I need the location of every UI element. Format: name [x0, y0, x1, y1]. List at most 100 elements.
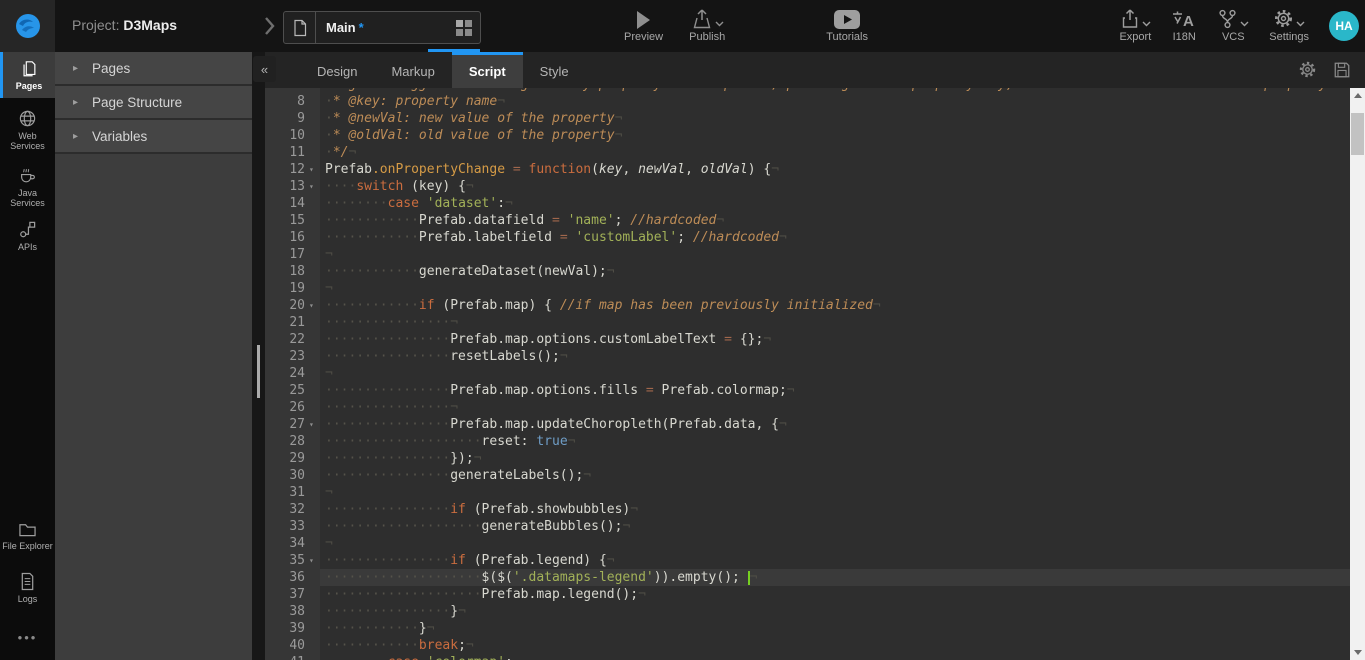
code-text[interactable]: ················¬ — [320, 314, 1350, 331]
editor-scrollbar-thumb[interactable] — [1351, 113, 1364, 155]
code-line[interactable]: 17¬ — [265, 246, 1350, 263]
panel-scrollbar-thumb[interactable] — [257, 345, 260, 398]
tutorials-button[interactable]: Tutorials — [826, 8, 868, 43]
code-text[interactable]: ·* @oldVal: old value of the property¬ — [320, 127, 1350, 144]
panel-collapse-button[interactable]: « — [253, 56, 276, 82]
code-text[interactable]: Prefab.onPropertyChange = function(key, … — [320, 161, 1350, 178]
code-line[interactable]: 9·* @newVal: new value of the property¬ — [265, 110, 1350, 127]
code-line[interactable]: 31¬ — [265, 484, 1350, 501]
script-code-editor[interactable]: 7·* gets triggered on change of any prop… — [265, 88, 1350, 660]
pages-grid-icon[interactable] — [456, 20, 472, 36]
sidebar-more-button[interactable]: ••• — [0, 630, 55, 645]
code-line[interactable]: 39············}¬ — [265, 620, 1350, 637]
scroll-up-arrow[interactable] — [1350, 88, 1365, 103]
tab-style[interactable]: Style — [523, 52, 586, 88]
code-text[interactable]: ····················generateBubbles();¬ — [320, 518, 1350, 535]
save-icon[interactable] — [1333, 61, 1351, 79]
code-line[interactable]: 8·* @key: property name¬ — [265, 93, 1350, 110]
code-line[interactable]: 13▾····switch (key) {¬ — [265, 178, 1350, 195]
code-line[interactable]: 38················}¬ — [265, 603, 1350, 620]
fold-arrow-icon[interactable]: ▾ — [309, 297, 320, 314]
code-text[interactable]: ·* @key: property name¬ — [320, 93, 1350, 110]
code-line[interactable]: 20▾············if (Prefab.map) { //if ma… — [265, 297, 1350, 314]
code-text[interactable]: ················if (Prefab.legend) {¬ — [320, 552, 1350, 569]
sidebar-item-logs[interactable]: Logs — [0, 566, 55, 610]
code-line[interactable]: 28····················reset: true¬ — [265, 433, 1350, 450]
code-text[interactable]: ············Prefab.datafield = 'name'; /… — [320, 212, 1350, 229]
code-line[interactable]: 30················generateLabels();¬ — [265, 467, 1350, 484]
code-text[interactable]: ¬ — [320, 365, 1350, 382]
user-avatar[interactable]: HA — [1329, 11, 1359, 41]
code-text[interactable]: ¬ — [320, 246, 1350, 263]
tab-design[interactable]: Design — [300, 52, 374, 88]
code-text[interactable]: ········case 'colormap':¬ — [320, 654, 1350, 660]
code-text[interactable]: ············Prefab.labelfield = 'customL… — [320, 229, 1350, 246]
code-line[interactable]: 29················});¬ — [265, 450, 1350, 467]
publish-button[interactable]: Publish — [689, 8, 725, 43]
vcs-button[interactable]: VCS — [1217, 8, 1249, 43]
fold-arrow-icon[interactable]: ▾ — [309, 178, 320, 195]
code-line[interactable]: 35▾················if (Prefab.legend) {¬ — [265, 552, 1350, 569]
code-text[interactable]: ····················$($('.datamaps-legen… — [320, 569, 1350, 586]
code-line[interactable]: 24¬ — [265, 365, 1350, 382]
code-line[interactable]: 12▾Prefab.onPropertyChange = function(ke… — [265, 161, 1350, 178]
code-text[interactable]: ·*/¬ — [320, 144, 1350, 161]
code-text[interactable]: ················}¬ — [320, 603, 1350, 620]
code-line[interactable]: 27▾················Prefab.map.updateChor… — [265, 416, 1350, 433]
code-text[interactable]: ················Prefab.map.updateChoropl… — [320, 416, 1350, 433]
editor-scrollbar[interactable] — [1350, 88, 1365, 660]
code-text[interactable]: ····················Prefab.map.legend();… — [320, 586, 1350, 603]
code-line[interactable]: 40············break;¬ — [265, 637, 1350, 654]
code-text[interactable]: ············break;¬ — [320, 637, 1350, 654]
code-line[interactable]: 19¬ — [265, 280, 1350, 297]
sidebar-item-web-services[interactable]: Web Services — [0, 106, 55, 154]
scroll-down-arrow[interactable] — [1350, 645, 1365, 660]
code-line[interactable]: 22················Prefab.map.options.cus… — [265, 331, 1350, 348]
code-text[interactable]: ················Prefab.map.options.fills… — [320, 382, 1350, 399]
fold-arrow-icon[interactable]: ▾ — [309, 161, 320, 178]
sidebar-item-pages[interactable]: Pages — [0, 52, 55, 98]
sidebar-item-apis[interactable]: APIs — [0, 216, 55, 256]
code-line[interactable]: 37····················Prefab.map.legend(… — [265, 586, 1350, 603]
code-line[interactable]: 32················if (Prefab.showbubbles… — [265, 501, 1350, 518]
i18n-button[interactable]: A I18N — [1171, 8, 1197, 43]
code-text[interactable]: ············}¬ — [320, 620, 1350, 637]
code-text[interactable]: ····················reset: true¬ — [320, 433, 1350, 450]
code-line[interactable]: 23················resetLabels();¬ — [265, 348, 1350, 365]
preview-button[interactable]: Preview — [624, 8, 663, 43]
code-text[interactable]: ¬ — [320, 535, 1350, 552]
panel-section-page-structure[interactable]: ▸ Page Structure — [55, 86, 252, 120]
code-text[interactable]: ············generateDataset(newVal);¬ — [320, 263, 1350, 280]
code-text[interactable]: ················resetLabels();¬ — [320, 348, 1350, 365]
code-line[interactable]: 26················¬ — [265, 399, 1350, 416]
editor-settings-gear-icon[interactable] — [1298, 60, 1317, 79]
code-line[interactable]: 33····················generateBubbles();… — [265, 518, 1350, 535]
panel-scrollbar[interactable] — [252, 52, 265, 660]
code-line[interactable]: 36····················$($('.datamaps-leg… — [265, 569, 1350, 586]
tab-script[interactable]: Script — [452, 52, 523, 88]
code-line[interactable]: 11·*/¬ — [265, 144, 1350, 161]
page-tab-main[interactable]: Main * — [283, 11, 481, 44]
code-text[interactable]: ¬ — [320, 280, 1350, 297]
code-text[interactable]: ················Prefab.map.options.custo… — [320, 331, 1350, 348]
code-line[interactable]: 41········case 'colormap':¬ — [265, 654, 1350, 660]
code-line[interactable]: 25················Prefab.map.options.fil… — [265, 382, 1350, 399]
code-text[interactable]: ········case 'dataset':¬ — [320, 195, 1350, 212]
code-line[interactable]: 14········case 'dataset':¬ — [265, 195, 1350, 212]
wavemaker-logo[interactable] — [0, 0, 55, 52]
export-button[interactable]: Export — [1119, 8, 1151, 43]
code-text[interactable]: ················if (Prefab.showbubbles)¬ — [320, 501, 1350, 518]
settings-button[interactable]: Settings — [1269, 8, 1309, 43]
fold-arrow-icon[interactable]: ▾ — [309, 416, 320, 433]
code-text[interactable]: ················generateLabels();¬ — [320, 467, 1350, 484]
code-line[interactable]: 34¬ — [265, 535, 1350, 552]
code-text[interactable]: ····switch (key) {¬ — [320, 178, 1350, 195]
panel-section-variables[interactable]: ▸ Variables — [55, 120, 252, 154]
code-text[interactable]: ················¬ — [320, 399, 1350, 416]
sidebar-item-file-explorer[interactable]: File Explorer — [0, 510, 55, 562]
code-line[interactable]: 16············Prefab.labelfield = 'custo… — [265, 229, 1350, 246]
code-text[interactable]: ················});¬ — [320, 450, 1350, 467]
code-text[interactable]: ············if (Prefab.map) { //if map h… — [320, 297, 1350, 314]
panel-section-pages[interactable]: ▸ Pages — [55, 52, 252, 86]
code-line[interactable]: 18············generateDataset(newVal);¬ — [265, 263, 1350, 280]
